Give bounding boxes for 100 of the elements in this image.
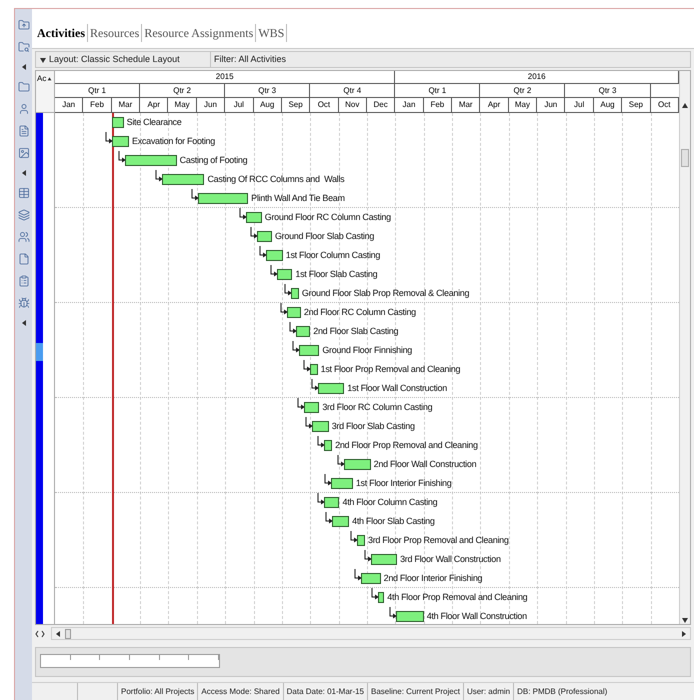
activity-bar[interactable]	[332, 516, 350, 528]
expand-arrow-icon[interactable]	[20, 169, 28, 177]
activity-label: 2nd Floor Wall Construction	[374, 459, 476, 470]
horizontal-scrollbar[interactable]	[51, 627, 691, 640]
status-item: DB: PMDB (Professional)	[513, 683, 610, 700]
view-tab[interactable]: Resources	[88, 24, 142, 42]
scroll-down-icon[interactable]	[681, 616, 689, 624]
column-header[interactable]: Ac	[37, 74, 46, 84]
activity-bar[interactable]	[257, 231, 272, 242]
user-icon[interactable]	[18, 103, 30, 115]
activity-bar[interactable]	[296, 326, 310, 338]
activity-bar[interactable]	[286, 307, 301, 318]
scroll-up-icon[interactable]	[681, 101, 689, 110]
activity-label: 4th Floor Column Casting	[342, 497, 438, 508]
month-header: Apr	[140, 98, 168, 112]
month-header: Feb	[83, 98, 112, 112]
scroll-right-icon[interactable]	[680, 630, 688, 638]
month-header: Jul	[225, 98, 254, 112]
activity-bar[interactable]	[266, 250, 283, 262]
activity-label: Ground Floor Slab Casting	[274, 231, 374, 242]
activity-bar[interactable]	[298, 345, 320, 356]
filter-label[interactable]: Filter: All Activities	[211, 52, 286, 66]
month-header: Sep	[282, 98, 310, 112]
view-tab[interactable]: WBS	[256, 24, 288, 42]
activity-bar[interactable]	[378, 592, 384, 604]
scroll-thumb[interactable]	[65, 628, 71, 639]
month-header: Aug	[594, 98, 622, 112]
sort-icon[interactable]	[47, 76, 52, 82]
activity-bar[interactable]	[312, 421, 329, 432]
year-header: 2015	[55, 71, 396, 84]
activity-bar[interactable]	[304, 402, 320, 414]
connector-line	[371, 588, 380, 600]
activity-label: 2nd Floor Interior Finishing	[384, 573, 482, 584]
connector-line	[324, 474, 332, 486]
activity-bar[interactable]	[370, 554, 398, 566]
activity-label: 3rd Floor Prop Removal and Cleaning	[368, 535, 509, 546]
activity-bar[interactable]	[344, 459, 371, 470]
folder-search-icon[interactable]	[18, 41, 30, 53]
activity-bar[interactable]	[396, 611, 424, 622]
activity-bar[interactable]	[162, 174, 204, 186]
quarter-header: Qtr 1	[55, 84, 140, 98]
month-header: Jan	[55, 98, 84, 112]
folder-icon[interactable]	[18, 81, 30, 93]
month-header: Feb	[424, 98, 452, 112]
month-header: Mar	[112, 98, 140, 112]
view-tab[interactable]: Resource Assignments	[142, 24, 256, 42]
expand-arrow-icon[interactable]	[20, 319, 28, 327]
connector-line	[292, 341, 300, 354]
activity-bar[interactable]	[112, 117, 124, 128]
activity-bar[interactable]	[291, 288, 299, 300]
file-icon[interactable]	[18, 253, 30, 265]
status-item: User: admin	[462, 683, 514, 700]
scroll-thumb[interactable]	[681, 149, 689, 168]
activity-label: 1st Floor Interior Finishing	[356, 478, 452, 490]
users-icon[interactable]	[18, 231, 30, 243]
month-header: Jul	[565, 98, 594, 112]
activity-bar[interactable]	[125, 155, 177, 166]
activity-bar[interactable]	[198, 193, 248, 204]
quarter-header: Qtr 4	[310, 84, 396, 98]
scroll-left-icon[interactable]	[54, 630, 62, 638]
activity-bar[interactable]	[277, 269, 292, 280]
activity-bar[interactable]	[310, 364, 318, 376]
split-arrows-icon[interactable]	[35, 630, 45, 638]
connector-line	[310, 379, 319, 392]
vertical-scrollbar[interactable]	[679, 71, 690, 624]
clipboard-icon[interactable]	[18, 275, 30, 287]
activity-bar[interactable]	[318, 383, 344, 394]
quarter-header: Qtr 3	[565, 84, 651, 98]
activity-bar[interactable]	[246, 212, 262, 224]
image-icon[interactable]	[18, 147, 30, 159]
status-item: Data Date: 01-Mar-15	[282, 683, 368, 700]
expand-arrow-icon[interactable]	[20, 63, 28, 71]
month-header: Oct	[310, 98, 339, 112]
document-icon[interactable]	[18, 125, 30, 137]
activity-bar[interactable]	[324, 440, 332, 452]
layers-icon[interactable]	[18, 209, 30, 221]
month-header: Mar	[452, 98, 480, 112]
activity-label: Plinth Wall And Tie Beam	[251, 193, 345, 204]
month-header: Nov	[338, 98, 367, 112]
table-icon[interactable]	[18, 187, 30, 199]
activity-bar[interactable]	[361, 573, 381, 584]
connector-line	[316, 493, 325, 506]
month-header: Jun	[537, 98, 566, 112]
activity-label: Site Clearance	[126, 117, 182, 128]
connector-line	[303, 360, 312, 372]
activity-bar[interactable]	[356, 535, 365, 546]
activity-bar[interactable]	[112, 136, 130, 148]
folder-icon[interactable]	[18, 19, 30, 31]
month-header: May	[508, 98, 538, 112]
activity-bar[interactable]	[324, 497, 340, 508]
activity-label: 1st Floor Slab Casting	[295, 269, 378, 280]
quarter-header: Qtr 1	[395, 84, 480, 98]
connector-line	[284, 284, 292, 296]
quarter-header: Qtr 3	[225, 84, 310, 98]
connector-line	[350, 531, 358, 544]
layout-name[interactable]: Layout: Classic Schedule Layout	[49, 52, 180, 66]
bug-icon[interactable]	[18, 297, 30, 309]
collapse-icon[interactable]	[39, 56, 47, 64]
activity-bar[interactable]	[331, 478, 353, 490]
view-tab[interactable]: Activities	[35, 24, 88, 42]
